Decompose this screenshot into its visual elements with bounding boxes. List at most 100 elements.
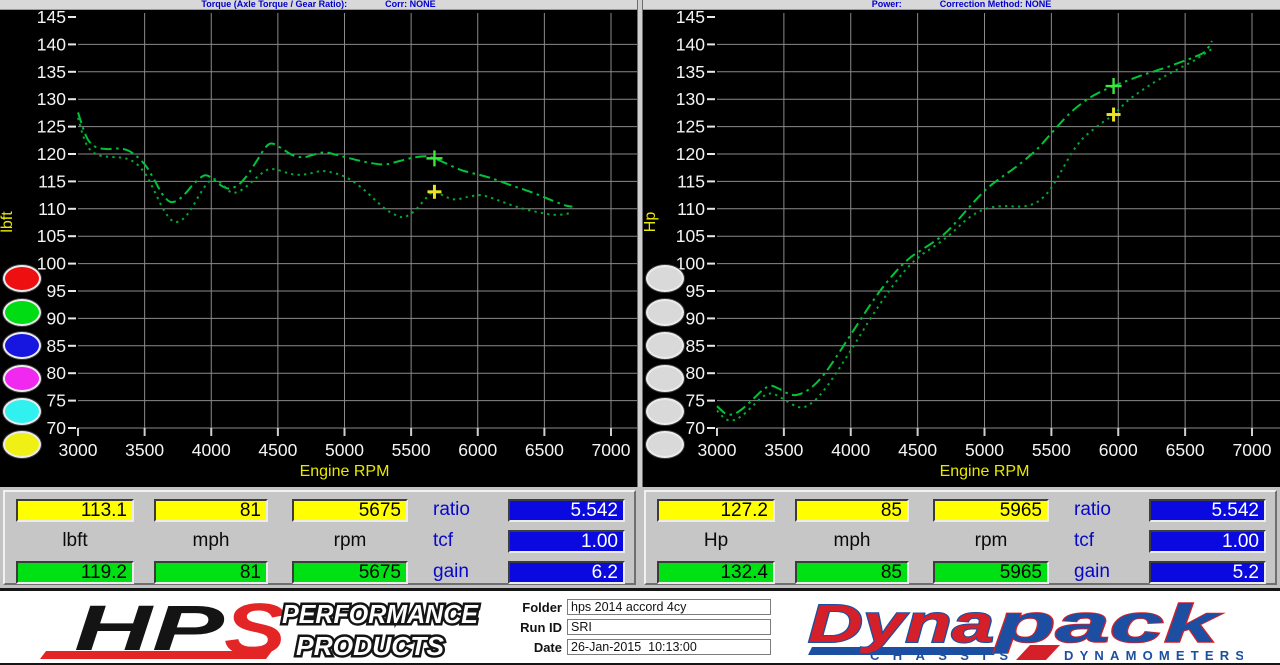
torque-header-title: Torque (Axle Torque / Gear Ratio): bbox=[201, 0, 347, 9]
torque-xtick: 3500 bbox=[125, 440, 164, 460]
rpm-current-value: 5675 bbox=[292, 561, 408, 584]
tcf-value: 1.00 bbox=[508, 530, 625, 553]
torque-baseline-value: 113.1 bbox=[16, 499, 134, 522]
power-plot: 1451401351301251201151101051009590858075… bbox=[643, 10, 1280, 487]
torque-xtick: 6000 bbox=[458, 440, 497, 460]
power-channel-button-3[interactable] bbox=[646, 332, 684, 359]
hps-logo-s: S bbox=[224, 594, 286, 664]
torque-panel: Torque (Axle Torque / Gear Ratio): Corr:… bbox=[0, 0, 637, 487]
power-ytick: 115 bbox=[677, 171, 705, 191]
readout-row: 113.1 81 5675 lbft mph rpm 119.2 81 5675… bbox=[0, 487, 1280, 588]
torque-header: Torque (Axle Torque / Gear Ratio): Corr:… bbox=[0, 0, 637, 10]
power-xtick: 6500 bbox=[1166, 440, 1205, 460]
power-channel-button-6[interactable] bbox=[646, 431, 684, 458]
rpm-unit-label: rpm bbox=[933, 530, 1049, 552]
power-ytick: 135 bbox=[676, 62, 705, 82]
torque-gridlines bbox=[68, 13, 637, 436]
torque-ytick: 120 bbox=[37, 144, 66, 164]
gain-value: 6.2 bbox=[508, 561, 625, 584]
folder-row: Folder bbox=[500, 599, 771, 615]
hps-logo: HP S PERFORMANCE PRODUCTS bbox=[18, 594, 490, 664]
power-xtick: 7000 bbox=[1233, 440, 1272, 460]
power-peak-marker-green bbox=[1106, 78, 1122, 94]
ratio-label: ratio bbox=[433, 499, 499, 521]
torque-channel-button-6[interactable] bbox=[3, 431, 41, 458]
ratio-value: 5.542 bbox=[1149, 499, 1266, 522]
torque-channel-button-4[interactable] bbox=[3, 365, 41, 392]
torque-channel-button-2[interactable] bbox=[3, 299, 41, 326]
torque-x-axis-title: Engine RPM bbox=[300, 463, 390, 480]
torque-unit-label: lbft bbox=[16, 530, 134, 552]
torque-chart: 1451401351301251201151101051009590858075… bbox=[0, 10, 637, 487]
footer: HP S PERFORMANCE PRODUCTS Folder Run ID … bbox=[0, 588, 1280, 665]
power-xtick: 6000 bbox=[1099, 440, 1138, 460]
dynapack-logo-dyna: Dyna bbox=[808, 594, 994, 654]
power-ytick: 70 bbox=[686, 418, 706, 438]
torque-current-value: 119.2 bbox=[16, 561, 134, 584]
speed-current-value: 81 bbox=[154, 561, 268, 584]
date-row: Date bbox=[500, 639, 771, 655]
torque-ytick: 85 bbox=[47, 336, 66, 356]
run-id-label: Run ID bbox=[500, 620, 562, 635]
ratio-label: ratio bbox=[1074, 499, 1140, 521]
power-ytick: 120 bbox=[676, 144, 705, 164]
run-id-input[interactable] bbox=[567, 619, 771, 635]
torque-channel-button-1[interactable] bbox=[3, 265, 41, 292]
power-y-axis-title: Hp bbox=[643, 212, 659, 233]
power-ytick: 110 bbox=[677, 199, 705, 219]
power-channel-button-1[interactable] bbox=[646, 265, 684, 292]
torque-ytick: 110 bbox=[38, 199, 66, 219]
power-header-correction: Correction Method: NONE bbox=[940, 0, 1052, 9]
torque-channel-button-3[interactable] bbox=[3, 332, 41, 359]
torque-xtick: 5500 bbox=[392, 440, 431, 460]
power-unit-label: Hp bbox=[657, 530, 775, 552]
torque-ytick: 125 bbox=[37, 117, 66, 137]
torque-xtick: 6500 bbox=[525, 440, 564, 460]
power-axis-labels: 1451401351301251201151101051009590858075… bbox=[643, 10, 1272, 480]
torque-ytick: 140 bbox=[37, 34, 66, 54]
power-ytick: 125 bbox=[676, 117, 705, 137]
date-input[interactable] bbox=[567, 639, 771, 655]
run-id-row: Run ID bbox=[500, 619, 771, 635]
power-xtick: 3500 bbox=[764, 440, 803, 460]
torque-peak-marker-yellow bbox=[427, 185, 441, 199]
hps-logo-hp: HP bbox=[74, 594, 225, 664]
torque-y-axis-title: lbft bbox=[0, 211, 16, 233]
torque-xtick: 4000 bbox=[192, 440, 231, 460]
torque-ytick: 70 bbox=[47, 418, 67, 438]
tcf-label: tcf bbox=[1074, 530, 1140, 552]
power-ytick: 140 bbox=[676, 34, 705, 54]
power-xtick: 5000 bbox=[965, 440, 1004, 460]
power-ytick: 105 bbox=[676, 226, 705, 246]
rpm-current-value: 5965 bbox=[933, 561, 1049, 584]
power-dotted-curve bbox=[717, 48, 1215, 421]
folder-label: Folder bbox=[500, 600, 562, 615]
speed-unit-label: mph bbox=[795, 530, 909, 552]
chart-region: Torque (Axle Torque / Gear Ratio): Corr:… bbox=[0, 0, 1280, 487]
date-label: Date bbox=[500, 640, 562, 655]
torque-axis-labels: 1451401351301251201151101051009590858075… bbox=[0, 10, 631, 480]
power-channel-button-5[interactable] bbox=[646, 398, 684, 425]
power-chart: 1451401351301251201151101051009590858075… bbox=[643, 10, 1280, 487]
gain-label: gain bbox=[1074, 561, 1140, 583]
power-ytick: 75 bbox=[686, 391, 705, 411]
power-current-value: 132.4 bbox=[657, 561, 775, 584]
torque-peak-marker-green bbox=[426, 150, 442, 166]
ratio-value: 5.542 bbox=[508, 499, 625, 522]
torque-ytick: 75 bbox=[47, 391, 66, 411]
run-info-form: Folder Run ID Date bbox=[500, 599, 771, 659]
folder-input[interactable] bbox=[567, 599, 771, 615]
torque-channel-button-5[interactable] bbox=[3, 398, 41, 425]
power-channel-button-2[interactable] bbox=[646, 299, 684, 326]
torque-ytick: 130 bbox=[37, 89, 66, 109]
power-ytick: 130 bbox=[676, 89, 705, 109]
power-gridlines bbox=[707, 13, 1280, 436]
dynapack-logo-pack: pack bbox=[992, 594, 1223, 654]
power-dashdot-curve bbox=[717, 41, 1212, 415]
power-xtick: 5500 bbox=[1032, 440, 1071, 460]
power-channel-button-4[interactable] bbox=[646, 365, 684, 392]
power-xtick: 3000 bbox=[698, 440, 737, 460]
speed-current-value: 85 bbox=[795, 561, 909, 584]
tcf-label: tcf bbox=[433, 530, 499, 552]
speed-baseline-value: 85 bbox=[795, 499, 909, 522]
